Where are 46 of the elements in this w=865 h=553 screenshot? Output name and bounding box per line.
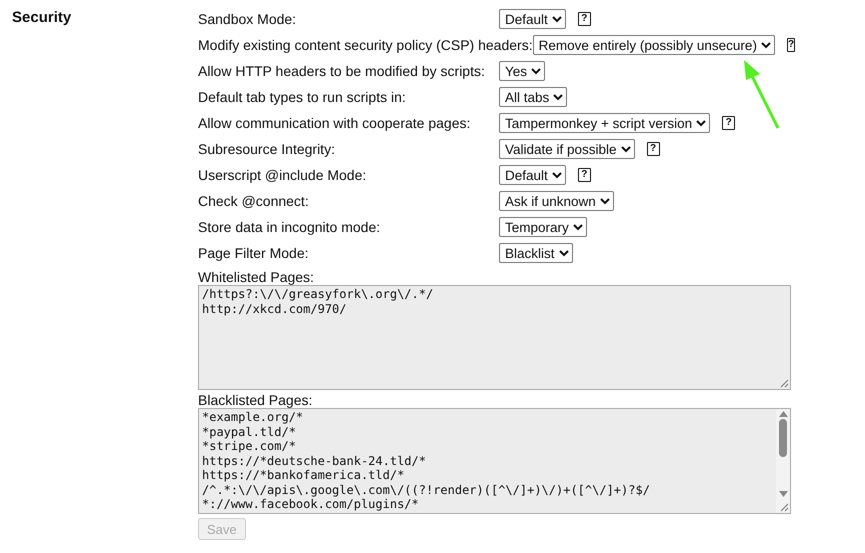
chevron-down-icon xyxy=(552,172,562,178)
chevron-down-icon xyxy=(620,146,631,152)
dropdown[interactable]: Default xyxy=(499,9,566,29)
resize-handle-icon[interactable] xyxy=(780,503,789,512)
setting-label: Allow communication with cooperate pages: xyxy=(198,115,472,131)
chevron-down-icon xyxy=(572,224,583,230)
blacklist-field[interactable]: *example.org/* *paypal.tld/* *stripe.com/* https://*deutsche-bank-24.tld/* https://*bankofamerica.tld/* /^.*:\/\/apis\.google\.com\/((?!render)([^\/]+)\/)+([^\/]+)?$/ *://www.facebook.com/plugins/* xyxy=(198,408,791,514)
setting-label: Sandbox Mode: xyxy=(198,11,298,27)
chevron-down-icon xyxy=(531,68,542,74)
dropdown[interactable]: Remove entirely (possibly unsecure) xyxy=(532,35,775,55)
scroll-down-icon[interactable] xyxy=(778,491,788,497)
dropdown[interactable]: All tabs xyxy=(499,87,568,107)
section-title: Security xyxy=(12,8,72,28)
dropdown[interactable]: Default xyxy=(499,165,566,185)
chevron-down-icon xyxy=(760,42,771,48)
resize-handle-icon[interactable] xyxy=(780,379,789,388)
setting-label: Modify existing content security policy (CSP) headers: xyxy=(198,37,533,53)
chevron-down-icon xyxy=(600,198,610,204)
dropdown[interactable]: Ask if unknown xyxy=(499,191,614,211)
dropdown[interactable]: Blacklist xyxy=(499,243,573,263)
field-label: Blacklisted Pages: xyxy=(198,392,314,408)
setting-label: Default tab types to run scripts in: xyxy=(198,89,407,105)
help-icon[interactable]: ? xyxy=(646,142,660,156)
dropdown[interactable]: Tampermonkey + script version xyxy=(499,113,710,133)
setting-label: Subresource Integrity: xyxy=(198,141,336,157)
scrollbar[interactable] xyxy=(776,409,790,513)
scroll-thumb[interactable] xyxy=(779,419,787,457)
help-icon[interactable]: ? xyxy=(578,12,591,26)
setting-label: Allow HTTP headers to be modified by scripts: xyxy=(198,63,486,79)
dropdown[interactable]: Temporary xyxy=(499,217,587,237)
setting-label: Userscript @include Mode: xyxy=(198,167,368,183)
setting-label: Page Filter Mode: xyxy=(198,245,310,261)
chevron-down-icon xyxy=(558,250,569,256)
dropdown[interactable]: Validate if possible xyxy=(499,139,635,159)
field-label: Whitelisted Pages: xyxy=(198,269,315,285)
chevron-down-icon xyxy=(696,120,706,126)
whitelist-field[interactable]: /https?:\/\/greasyfork\.org\/.*/ http://xkcd.com/970/ xyxy=(198,285,791,390)
help-icon[interactable]: ? xyxy=(578,168,591,182)
dropdown[interactable]: Yes xyxy=(499,61,546,81)
help-icon[interactable]: ? xyxy=(722,116,736,130)
chevron-down-icon xyxy=(552,16,562,22)
setting-label: Store data in incognito mode: xyxy=(198,219,382,235)
scroll-up-icon[interactable] xyxy=(778,411,788,417)
help-icon[interactable]: ? xyxy=(786,38,796,52)
chevron-down-icon xyxy=(553,94,564,100)
setting-label: Check @connect: xyxy=(198,193,310,209)
